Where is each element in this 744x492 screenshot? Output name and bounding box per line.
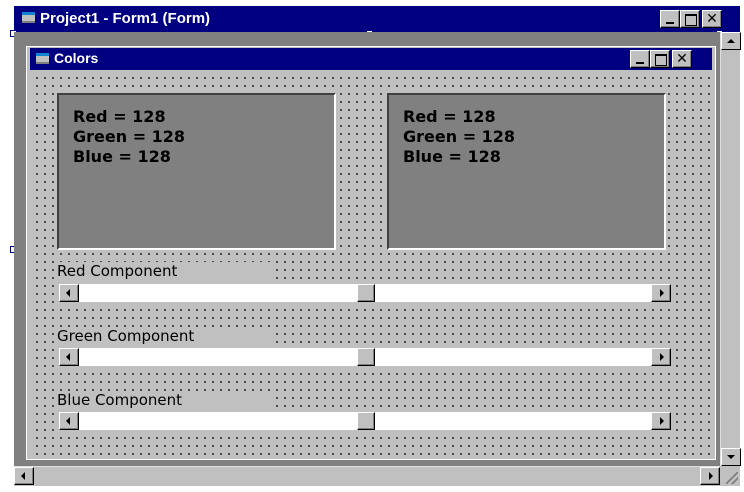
- blue-scrollbar[interactable]: [58, 411, 672, 431]
- minimize-button[interactable]: [660, 10, 680, 28]
- green-value-label: Green = 128: [73, 127, 186, 146]
- form-icon: [36, 53, 49, 64]
- blue-value-label: Blue = 128: [73, 147, 171, 166]
- arrow-right-icon[interactable]: [651, 348, 671, 366]
- colors-maximize-button[interactable]: [650, 50, 670, 68]
- blue-scrollbar-thumb[interactable]: [357, 412, 376, 430]
- green-component-label: Green Component: [55, 327, 271, 345]
- arrow-left-icon[interactable]: [14, 467, 34, 485]
- red-component-label: Red Component: [55, 262, 271, 280]
- form-icon: [22, 12, 35, 23]
- arrow-left-icon[interactable]: [59, 412, 79, 430]
- arrow-right-icon[interactable]: [700, 467, 720, 485]
- designer-horizontal-scrollbar[interactable]: [14, 466, 720, 486]
- colors-close-button[interactable]: ✕: [672, 50, 692, 68]
- green-scrollbar-thumb[interactable]: [357, 348, 376, 366]
- size-grip[interactable]: [720, 466, 740, 486]
- arrow-down-icon[interactable]: [721, 448, 741, 466]
- designer-title-bar[interactable]: Project1 - Form1 (Form) ✕: [14, 6, 740, 32]
- arrow-left-icon[interactable]: [59, 348, 79, 366]
- designer-window-title: Project1 - Form1 (Form): [40, 10, 211, 27]
- close-button[interactable]: ✕: [702, 10, 722, 28]
- green-scrollbar[interactable]: [58, 347, 672, 367]
- arrow-up-icon[interactable]: [721, 32, 741, 50]
- arrow-right-icon[interactable]: [651, 284, 671, 302]
- red-scrollbar[interactable]: [58, 283, 672, 303]
- colors-minimize-button[interactable]: [630, 50, 650, 68]
- resize-grip-icon: [726, 472, 738, 484]
- arrow-left-icon[interactable]: [59, 284, 79, 302]
- colors-form-title: Colors: [54, 50, 99, 66]
- red-value-label: Red = 128: [403, 107, 496, 126]
- arrow-right-icon[interactable]: [651, 412, 671, 430]
- colors-form-title-bar[interactable]: Colors ✕: [30, 48, 712, 70]
- designer-vertical-scrollbar[interactable]: [720, 32, 741, 466]
- red-value-label: Red = 128: [73, 107, 166, 126]
- picture-box-right[interactable]: Red = 128 Green = 128 Blue = 128: [387, 93, 666, 250]
- maximize-button[interactable]: [680, 10, 700, 28]
- blue-value-label: Blue = 128: [403, 147, 501, 166]
- red-scrollbar-thumb[interactable]: [357, 284, 376, 302]
- blue-component-label: Blue Component: [55, 391, 271, 409]
- green-value-label: Green = 128: [403, 127, 516, 146]
- picture-box-left[interactable]: Red = 128 Green = 128 Blue = 128: [57, 93, 336, 250]
